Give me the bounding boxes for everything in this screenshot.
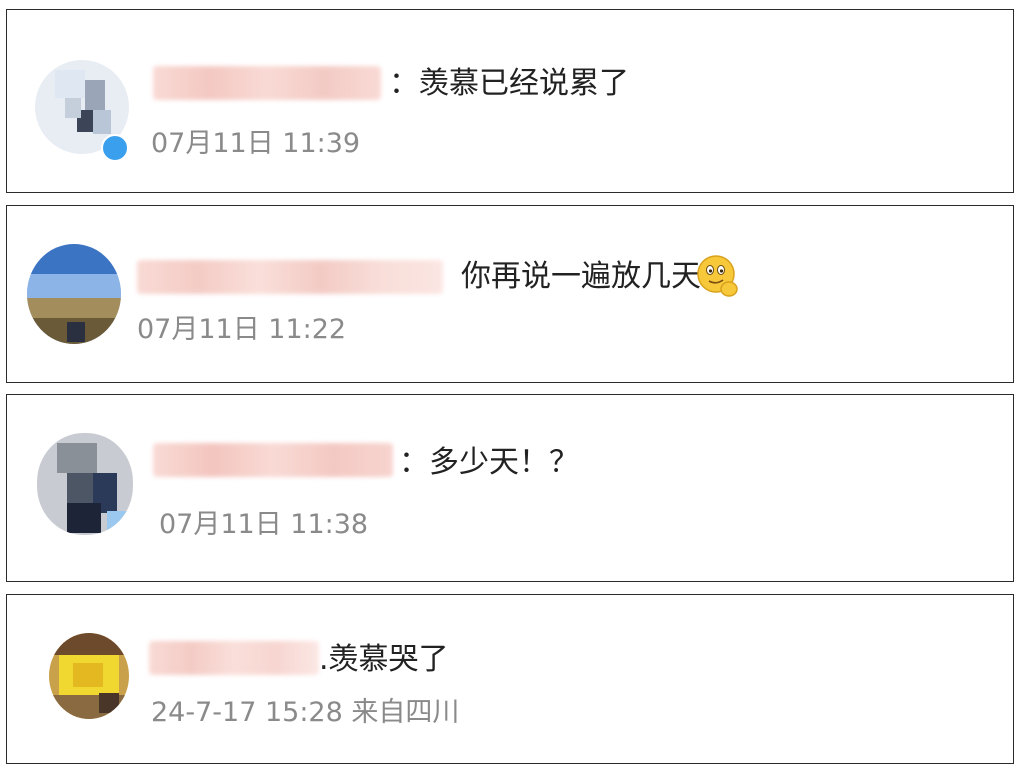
avatar-pixel bbox=[67, 503, 101, 533]
username-redacted[interactable] bbox=[149, 641, 319, 675]
avatar-pixel bbox=[65, 98, 81, 118]
separator: ： bbox=[389, 66, 419, 101]
avatar-pixel bbox=[55, 70, 85, 98]
avatar-pixel bbox=[27, 298, 121, 318]
verified-badge-icon bbox=[101, 134, 129, 162]
avatar-pixel bbox=[27, 274, 121, 298]
avatar-pixel bbox=[107, 511, 133, 535]
avatar-pixel bbox=[93, 110, 111, 134]
username-redacted[interactable] bbox=[137, 260, 443, 294]
avatar[interactable] bbox=[37, 433, 133, 535]
comment-body: 羡慕已经说累了 bbox=[419, 66, 629, 101]
comment-card: ：羡慕已经说累了 07月11日 11:39 bbox=[6, 9, 1014, 193]
avatar-pixel bbox=[99, 693, 119, 713]
avatar-pixel bbox=[27, 244, 121, 274]
comment-text: .羡慕哭了 bbox=[319, 645, 449, 675]
avatar[interactable] bbox=[27, 244, 121, 344]
avatar[interactable] bbox=[49, 633, 129, 719]
avatar-pixel bbox=[73, 663, 103, 687]
avatar-pixel bbox=[67, 322, 85, 342]
comment-text: ：多少天！？ bbox=[399, 448, 579, 478]
username-redacted[interactable] bbox=[153, 66, 381, 100]
timestamp: 07月11日 11:38 bbox=[159, 509, 369, 540]
avatar-pixel bbox=[85, 80, 105, 110]
comment-body: .羡慕哭了 bbox=[319, 642, 449, 677]
timestamp: 07月11日 11:39 bbox=[151, 128, 361, 159]
comment-body: 你再说一遍放几天 bbox=[461, 259, 701, 294]
comment-card: 你再说一遍放几天 07月11日 11:22 bbox=[6, 205, 1014, 383]
comment-text: 你再说一遍放几天 bbox=[461, 262, 701, 292]
timestamp: 24-7-17 15:28 来自四川 bbox=[151, 697, 460, 728]
avatar-pixel bbox=[49, 633, 129, 655]
thinking-smile-emoji-icon bbox=[697, 255, 738, 297]
separator: ： bbox=[399, 445, 429, 480]
comment-text: ：羡慕已经说累了 bbox=[389, 69, 629, 99]
timestamp: 07月11日 11:22 bbox=[137, 314, 347, 345]
comment-card: ：多少天！？ 07月11日 11:38 bbox=[6, 394, 1014, 582]
avatar-pixel bbox=[57, 443, 97, 473]
username-redacted[interactable] bbox=[153, 443, 393, 477]
comment-card: .羡慕哭了 24-7-17 15:28 来自四川 bbox=[6, 594, 1014, 764]
comment-body: 多少天！？ bbox=[429, 445, 579, 480]
